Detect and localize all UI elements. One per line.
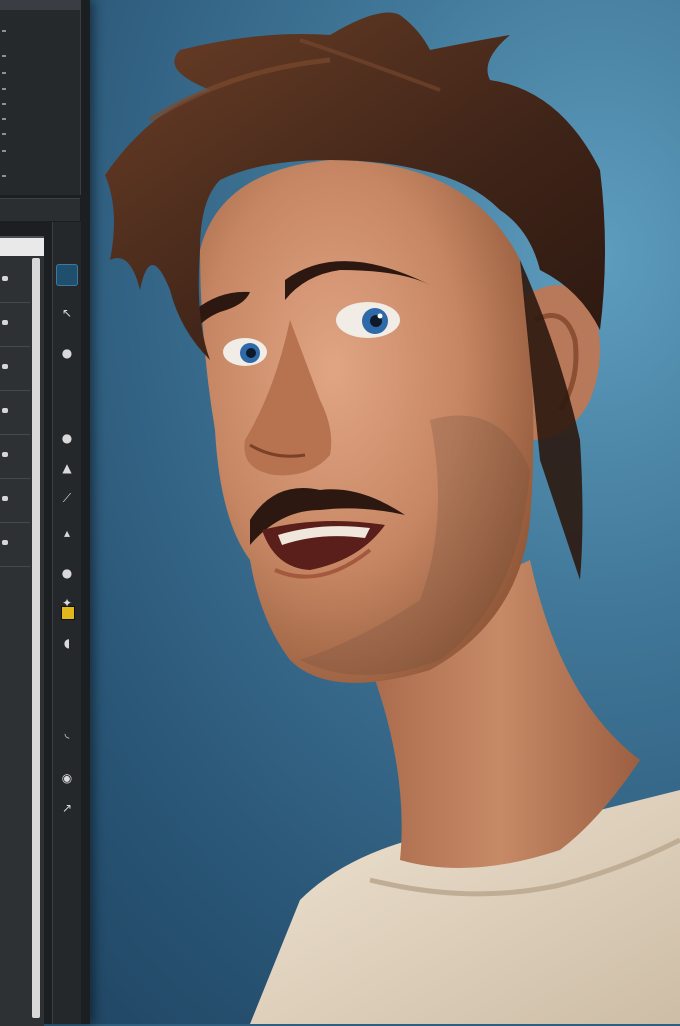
- move-tool-icon[interactable]: ↖: [56, 302, 78, 324]
- editor-left-panel: ↖ ● ● ▲ ⟋ ▴ ● ✦ ◖ ◟ ◉ ↗: [0, 0, 90, 1026]
- pen-tool-icon[interactable]: ▲: [56, 457, 78, 479]
- selection-tool-icon[interactable]: ✦: [56, 592, 78, 614]
- tools-toolbar: ↖ ● ● ▲ ⟋ ▴ ● ✦ ◖ ◟ ◉ ↗: [52, 222, 81, 1024]
- image-canvas[interactable]: [0, 0, 680, 1024]
- layer-visibility-icon[interactable]: [2, 408, 8, 413]
- ruler-panel: [0, 0, 81, 195]
- layer-row[interactable]: [0, 522, 30, 567]
- layer-row[interactable]: [0, 434, 30, 479]
- layer-row[interactable]: [0, 258, 30, 303]
- ruler-tick: [2, 55, 6, 57]
- layer-row[interactable]: [0, 390, 30, 435]
- panel-options-bar[interactable]: [0, 198, 80, 221]
- ruler-tick: [2, 30, 6, 32]
- ruler-tick: [2, 118, 6, 120]
- ruler-tick: [2, 175, 6, 177]
- ruler-tick: [2, 103, 6, 105]
- ruler-tick: [2, 88, 6, 90]
- fill-tool-icon[interactable]: ▴: [56, 522, 78, 544]
- layer-visibility-icon[interactable]: [2, 320, 8, 325]
- ruler-tick: [2, 133, 6, 135]
- zoom-tool-icon[interactable]: ◉: [56, 767, 78, 789]
- layer-row[interactable]: [0, 346, 30, 391]
- layer-visibility-icon[interactable]: [2, 276, 8, 281]
- layers-panel[interactable]: [0, 236, 44, 1026]
- dodge-tool-icon[interactable]: ●: [56, 562, 78, 584]
- layers-scrollbar[interactable]: [32, 258, 40, 1018]
- ruler-tick: [2, 72, 6, 74]
- hand-tool-icon[interactable]: ◟: [56, 722, 78, 744]
- layers-header: [0, 238, 44, 256]
- lasso-tool-icon[interactable]: ◖: [56, 632, 78, 654]
- ruler-tick: [2, 150, 6, 152]
- eraser-tool-icon[interactable]: ●: [56, 427, 78, 449]
- layer-row[interactable]: [0, 302, 30, 347]
- brush-tool-icon[interactable]: ●: [56, 342, 78, 364]
- layer-visibility-icon[interactable]: [2, 452, 8, 457]
- active-tool-button[interactable]: [56, 264, 78, 286]
- character-illustration: [105, 12, 680, 1024]
- layer-visibility-icon[interactable]: [2, 364, 8, 369]
- panel-titlebar: [0, 0, 80, 10]
- smudge-tool-icon[interactable]: ⟋: [56, 487, 78, 509]
- layer-row[interactable]: [0, 478, 30, 523]
- layer-visibility-icon[interactable]: [2, 540, 8, 545]
- eyedropper-tool-icon[interactable]: ↗: [56, 797, 78, 819]
- layer-visibility-icon[interactable]: [2, 496, 8, 501]
